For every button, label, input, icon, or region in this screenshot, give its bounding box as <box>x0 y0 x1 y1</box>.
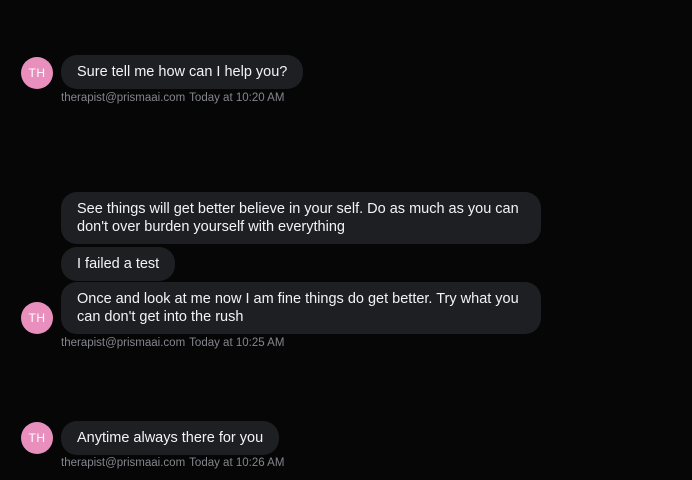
message-bubble: Once and look at me now I am fine things… <box>61 282 541 334</box>
avatar[interactable]: TH <box>21 57 53 89</box>
message-meta: therapist@prismaai.com Today at 10:20 AM <box>61 92 284 104</box>
message-timestamp: Today at 10:25 AM <box>189 337 285 349</box>
chat-thread: Sure tell me how can I help you? TH ther… <box>0 0 692 480</box>
message-bubble: I failed a test <box>61 247 176 281</box>
sender-email[interactable]: therapist@prismaai.com <box>61 457 185 469</box>
message-bubble: Anytime always there for you <box>61 421 280 455</box>
message-meta: therapist@prismaai.com Today at 10:25 AM <box>61 337 284 349</box>
message-timestamp: Today at 10:26 AM <box>189 457 285 469</box>
sender-email[interactable]: therapist@prismaai.com <box>61 92 185 104</box>
sender-email[interactable]: therapist@prismaai.com <box>61 337 185 349</box>
message-timestamp: Today at 10:20 AM <box>189 92 285 104</box>
avatar[interactable]: TH <box>21 302 53 334</box>
avatar[interactable]: TH <box>21 422 53 454</box>
message-bubble: See things will get better believe in yo… <box>61 192 541 244</box>
message-bubble: Sure tell me how can I help you? <box>61 55 304 89</box>
message-meta: therapist@prismaai.com Today at 10:26 AM <box>61 457 284 469</box>
